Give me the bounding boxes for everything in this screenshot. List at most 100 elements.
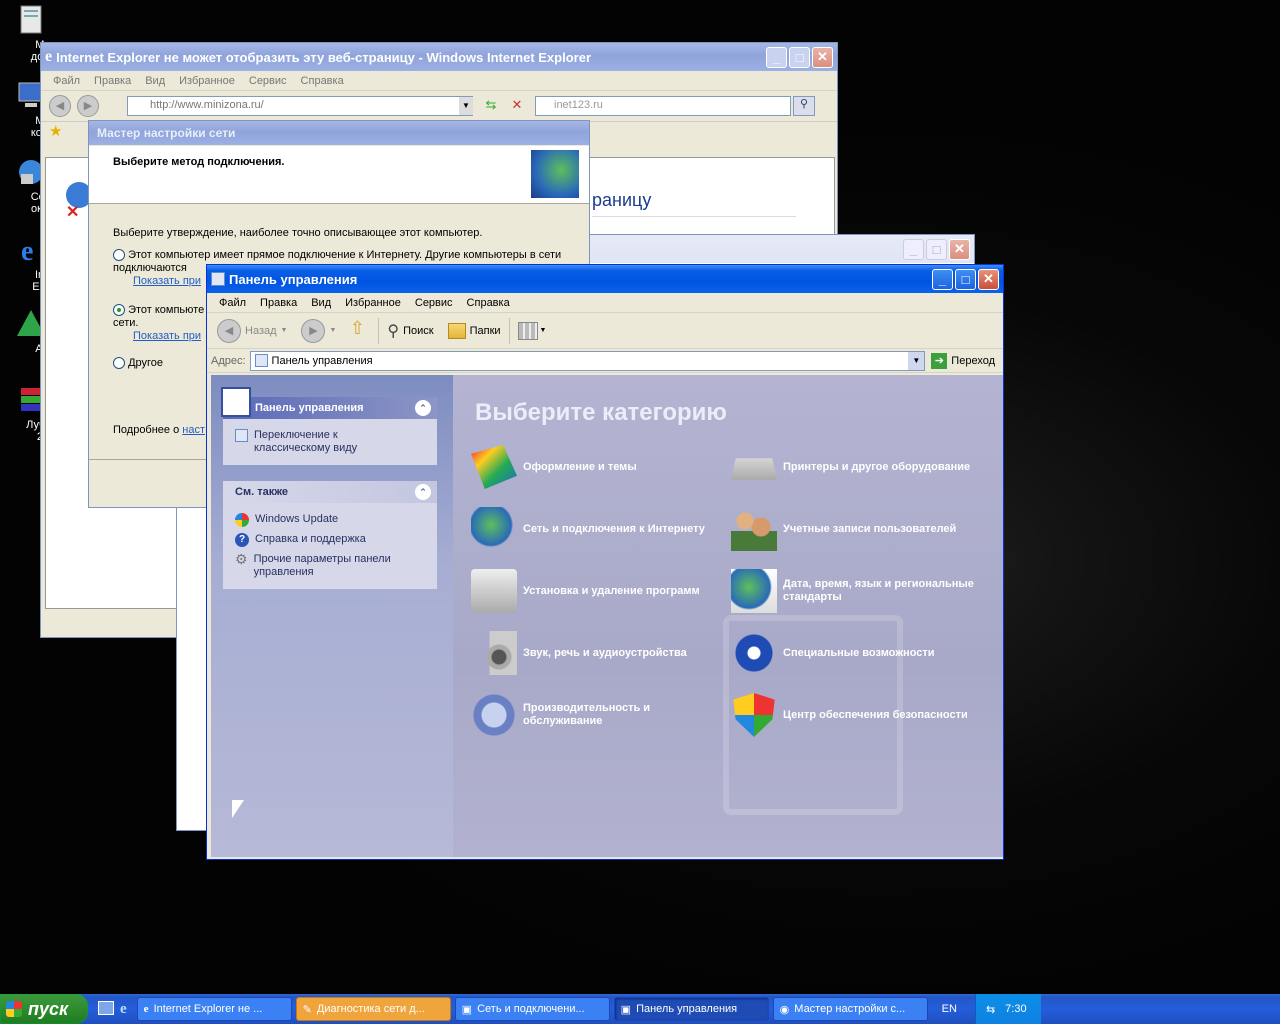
clock[interactable]: 7:30 — [1005, 1003, 1026, 1015]
maximize-button[interactable]: □ — [955, 268, 976, 290]
menu-favorites[interactable]: Избранное — [173, 73, 241, 89]
menu-view[interactable]: Вид — [305, 295, 337, 311]
refresh-button[interactable]: ⇆ — [481, 97, 501, 115]
category-user-accounts[interactable]: Учетные записи пользователей — [731, 507, 991, 551]
more-info-link[interactable]: наст — [182, 424, 205, 436]
folders-button[interactable]: Папки — [447, 322, 501, 339]
close-button[interactable]: ✕ — [812, 46, 833, 68]
see-also-body: Windows Update ? Справка и поддержка ⚙ П… — [223, 503, 437, 589]
category-date-time[interactable]: Дата, время, язык и региональные стандар… — [731, 569, 991, 613]
control-panel-titlebar[interactable]: Панель управления _ □ ✕ — [207, 265, 1003, 293]
quick-launch: e — [98, 1000, 127, 1018]
collapse-icon[interactable]: ⌃ — [415, 484, 431, 500]
option-other-text: Другое — [128, 357, 164, 369]
start-button[interactable]: пуск — [0, 994, 88, 1024]
folders-label: Папки — [469, 324, 501, 337]
ie-titlebar[interactable]: e Internet Explorer не может отобразить … — [41, 43, 837, 71]
menu-file[interactable]: Файл — [47, 73, 86, 89]
network-tray-icon[interactable]: ⇆ — [986, 1003, 995, 1016]
taskbar-button-control-panel[interactable]: ▣ Панель управления — [613, 997, 769, 1021]
taskbar-button-network[interactable]: ▣ Сеть и подключени... — [454, 997, 610, 1021]
switch-classic-link[interactable]: Переключение к классическому виду — [235, 429, 425, 455]
back-button[interactable]: ◀ Назад ▼ — [217, 318, 287, 343]
menu-tools[interactable]: Сервис — [243, 73, 293, 89]
category-sound[interactable]: Звук, речь и аудиоустройства — [471, 631, 731, 675]
show-example-link[interactable]: Показать при — [133, 275, 201, 287]
menu-edit[interactable]: Правка — [254, 295, 303, 311]
show-example-link[interactable]: Показать при — [133, 330, 201, 342]
show-desktop-icon[interactable] — [98, 1000, 114, 1015]
address-input[interactable]: Панель управления ▼ — [249, 350, 926, 371]
menu-edit[interactable]: Правка — [88, 73, 137, 89]
wizard-option-other[interactable]: Другое — [113, 357, 164, 370]
close-button[interactable]: ✕ — [978, 268, 999, 290]
search-input[interactable]: inet123.ru — [535, 96, 791, 116]
taskbar-button-ie[interactable]: e Internet Explorer не ... — [136, 997, 292, 1021]
search-button[interactable]: ⚲ — [793, 96, 815, 116]
forward-button[interactable]: ▶ — [77, 95, 99, 117]
menu-file[interactable]: Файл — [213, 295, 252, 311]
panel-section-body: Переключение к классическому виду — [223, 419, 437, 465]
category-accessibility[interactable]: Специальные возможности — [731, 631, 991, 675]
radio-direct[interactable] — [113, 249, 125, 262]
radio-gateway[interactable] — [113, 304, 125, 317]
panel-section-header[interactable]: Панель управления ⌃ — [223, 397, 437, 419]
category-appearance[interactable]: Оформление и темы — [471, 445, 731, 489]
close-button[interactable]: ✕ — [949, 238, 970, 260]
address-dropdown-button[interactable]: ▼ — [908, 351, 925, 370]
maximize-button[interactable]: □ — [926, 238, 947, 260]
system-tray: ⇆ 7:30 — [974, 994, 1041, 1024]
control-panel-window[interactable]: Панель управления _ □ ✕ Файл Правка Вид … — [206, 264, 1004, 860]
minimize-icon: _ — [938, 271, 947, 287]
control-panel-menubar: Файл Правка Вид Избранное Сервис Справка — [207, 293, 1003, 313]
forward-button[interactable]: ▶ ▼ — [301, 318, 336, 343]
address-bar[interactable]: http://www.minizona.ru/ — [127, 96, 473, 116]
category-network[interactable]: Сеть и подключения к Интернету — [471, 507, 731, 551]
stop-button[interactable]: ✕ — [507, 97, 527, 115]
up-folder-button[interactable]: ⇧ — [344, 318, 370, 344]
panel-section-title: Панель управления — [255, 402, 364, 414]
category-security-center[interactable]: Центр обеспечения безопасности — [731, 693, 991, 737]
category-label: Учетные записи пользователей — [783, 522, 957, 535]
minimize-button[interactable]: _ — [766, 46, 787, 68]
category-performance[interactable]: Производительность и обслуживание — [471, 693, 731, 737]
folder-icon — [447, 322, 466, 339]
minimize-button[interactable]: _ — [903, 238, 924, 260]
mouse-cursor-icon — [232, 800, 244, 818]
taskbar: пуск e e Internet Explorer не ... ✎ Диаг… — [0, 994, 1280, 1024]
go-button[interactable]: ➔ Переход — [931, 352, 999, 369]
user-accounts-icon — [731, 507, 777, 551]
wizard-titlebar[interactable]: Мастер настройки сети — [89, 121, 589, 145]
network-folder-icon: ▣ — [461, 1003, 473, 1016]
category-label: Специальные возможности — [783, 646, 935, 659]
page-heading-fragment: раницу — [592, 190, 652, 210]
favorites-star-icon[interactable]: ★ — [49, 123, 62, 140]
add-remove-programs-icon — [471, 569, 517, 613]
see-also-header[interactable]: См. также ⌃ — [223, 481, 437, 503]
menu-help[interactable]: Справка — [295, 73, 350, 89]
category-printers[interactable]: Принтеры и другое оборудование — [731, 445, 991, 489]
search-button[interactable]: ⚲ Поиск — [387, 321, 433, 341]
minimize-button[interactable]: _ — [932, 268, 953, 290]
menu-tools[interactable]: Сервис — [409, 295, 459, 311]
menu-view[interactable]: Вид — [139, 73, 171, 89]
taskbar-button-wizard[interactable]: ◉ Мастер настройки с... — [772, 997, 928, 1021]
help-support-link[interactable]: ? Справка и поддержка — [235, 533, 366, 547]
collapse-icon[interactable]: ⌃ — [415, 400, 431, 416]
windows-update-link[interactable]: Windows Update — [235, 513, 338, 527]
views-button[interactable]: ▼ — [517, 321, 546, 340]
ie-launch-icon[interactable]: e — [120, 1001, 127, 1018]
menu-favorites[interactable]: Избранное — [339, 295, 407, 311]
other-options-link[interactable]: ⚙ Прочие параметры панели управления — [235, 552, 404, 579]
heading-divider — [592, 216, 796, 217]
window-title: Панель управления — [229, 271, 358, 287]
taskbar-button-diagnostics[interactable]: ✎ Диагностика сети д... — [295, 997, 451, 1021]
maximize-button[interactable]: □ — [789, 46, 810, 68]
wizard-option-gateway[interactable]: Этот компьюте сети. Показать при — [113, 304, 213, 343]
category-add-remove[interactable]: Установка и удаление программ — [471, 569, 731, 613]
address-dropdown-button[interactable]: ▼ — [459, 97, 473, 115]
menu-help[interactable]: Справка — [461, 295, 516, 311]
back-button[interactable]: ◀ — [49, 95, 71, 117]
language-indicator[interactable]: EN — [942, 1003, 957, 1015]
radio-other[interactable] — [113, 357, 125, 370]
